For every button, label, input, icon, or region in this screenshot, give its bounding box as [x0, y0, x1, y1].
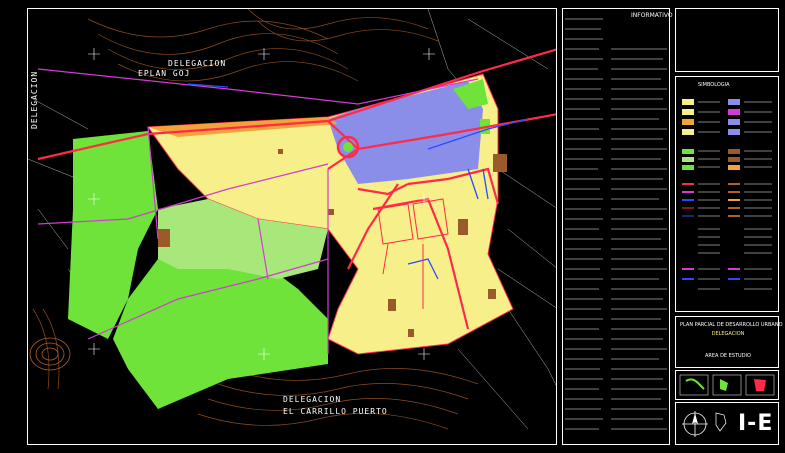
- map-frame[interactable]: DELEGACION EPLAN GOJ DELEGACION EL CARRI…: [27, 8, 557, 445]
- legend-symbology: SIMBOLOGIA: [675, 76, 779, 312]
- label-delegacion-west: DELEGACION: [30, 70, 39, 129]
- sheet-code: I-E: [738, 411, 774, 436]
- green-zone-south: [113, 259, 328, 409]
- location-box: [675, 370, 779, 400]
- plan-title: PLAN PARCIAL DE DESARROLLO URBANO: [680, 322, 783, 328]
- map-canvas[interactable]: [28, 9, 557, 445]
- sheet-box: I-E: [675, 402, 779, 445]
- plan-subtitle: DELEGACION: [711, 331, 745, 337]
- notes-header: INFORMATIVO: [631, 12, 673, 19]
- title-block: PLAN PARCIAL DE DESARROLLO URBANO DELEGA…: [675, 316, 783, 368]
- location-key-icon: [715, 412, 727, 432]
- notes-lines: [565, 18, 667, 430]
- plan-note: AREA DE ESTUDIO: [705, 353, 751, 359]
- legend-swatches: [682, 99, 772, 290]
- notes-column: INFORMATIVO: [562, 8, 673, 445]
- label-delegacion-south-name: EL CARRILLO PUERTO: [283, 407, 388, 416]
- label-delegacion-south: DELEGACION: [283, 395, 342, 404]
- legend-top-box: [675, 8, 779, 72]
- label-delegacion-north-name: EPLAN GOJ: [138, 69, 191, 78]
- label-delegacion-north: DELEGACION: [168, 59, 227, 68]
- north-arrow-icon: [682, 411, 708, 437]
- legend-header: SIMBOLOGIA: [698, 82, 730, 88]
- location-maps: [679, 374, 775, 396]
